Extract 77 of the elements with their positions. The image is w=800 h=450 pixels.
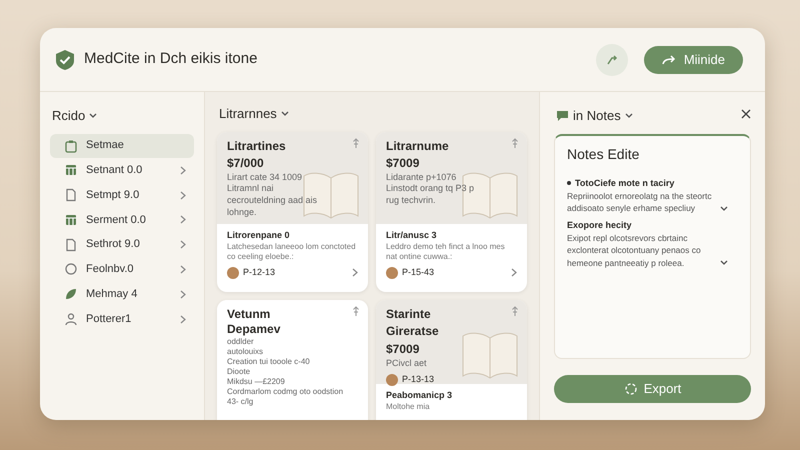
notes-dropdown[interactable]: in Notes bbox=[554, 100, 635, 134]
card-title: Vetunm Depamev bbox=[227, 306, 282, 336]
calendar-icon bbox=[64, 163, 78, 178]
card-price: $7009 bbox=[386, 154, 420, 172]
chevron-icon bbox=[352, 268, 358, 278]
export-button[interactable]: Export bbox=[554, 374, 751, 402]
card-title: Litrartines bbox=[227, 138, 287, 154]
note-text: Repriinoolot ernoreolatg na the steortc addisoato senyle erhame specliuy bbox=[567, 190, 713, 215]
card-tag: PCivcl aet bbox=[386, 358, 486, 370]
shield-check-icon bbox=[54, 48, 76, 70]
card-text: Lirart cate 34 1009 bbox=[227, 172, 304, 184]
note-heading: Exopore hecity bbox=[567, 218, 632, 232]
card-text: 43- c/lg bbox=[227, 396, 254, 406]
sidebar-item[interactable]: Potterer1 bbox=[50, 307, 194, 332]
calendar-icon bbox=[64, 212, 78, 227]
card-description: Leddro demo teh finct a lnoo mes nat ontine cuwwa.: bbox=[386, 242, 506, 262]
primary-button[interactable]: Miinide bbox=[644, 46, 743, 74]
card-text: Cordmarlom codmg oto oodstion bbox=[227, 386, 344, 396]
card-description: Latchesedan laneeoo lom conctoted co ceeling eloebe.: bbox=[227, 242, 357, 262]
clipboard-icon bbox=[64, 138, 78, 152]
card-subtitle: Gireratse bbox=[386, 322, 440, 340]
card-text: Linstodt orang tq P3 p rug techvrin. bbox=[386, 183, 476, 207]
card-text: Creation tui tooole c-40 bbox=[227, 356, 311, 366]
card-text: Mikdsu —£2209 bbox=[227, 376, 286, 386]
speech-bubble-icon bbox=[556, 110, 569, 122]
card-text: autolouixs bbox=[227, 346, 264, 356]
notes-title: Notes Edite bbox=[567, 144, 640, 164]
library-card[interactable]: Vetunm Depamev oddlder autolouixs Creation tui tooole c-40 Dioote Mikdsu —£2209 Cordmarlom codmg oto oodstion 43- c/lg bbox=[217, 300, 368, 420]
chevron-icon bbox=[511, 268, 517, 278]
caret-icon bbox=[720, 206, 728, 212]
library-card[interactable]: Litrartines $7/000 Lirart cate 34 1009 Litramnl nai cecrouteldning aad ais lohnge. Litrorenpane 0 Latchesedan laneeoo lom conctoted co ceeling eloebe.: P-12-13 bbox=[217, 132, 368, 292]
card-price: $7/000 bbox=[227, 154, 265, 172]
card-text: Dioote bbox=[227, 366, 252, 376]
export-icon bbox=[624, 382, 638, 396]
section-dropdown[interactable]: Litrarnnes bbox=[217, 98, 291, 132]
card-price: $7009 bbox=[386, 340, 420, 358]
sidebar-item[interactable]: Setmpt 9.0 bbox=[50, 183, 194, 208]
card-text: Lidarante p+1076 bbox=[386, 172, 458, 184]
card-text: oddlder bbox=[227, 336, 255, 346]
person-icon bbox=[64, 312, 78, 326]
card-subtitle: Litr/anusc 3 bbox=[386, 228, 438, 242]
circle-icon bbox=[64, 262, 78, 276]
document-icon bbox=[64, 188, 78, 202]
note-text: Exipot repl olcotsrevors cbrtainc exclonterat olcotontuany penaos co hemeone pantneeatiy p roleea. bbox=[567, 232, 702, 270]
document-icon bbox=[64, 238, 78, 252]
leaf-icon bbox=[64, 287, 78, 302]
pin-icon bbox=[511, 306, 519, 316]
sidebar-item[interactable]: Serment 0.0 bbox=[50, 208, 194, 232]
arrow-icon bbox=[662, 54, 676, 64]
arrow-icon bbox=[604, 52, 619, 66]
author-code: P-13-13 bbox=[402, 373, 434, 386]
card-text: Litramnl nai cecrouteldning aad ais lohnge. bbox=[227, 183, 318, 218]
card-subtitle: Peabomanicp 3 bbox=[386, 388, 454, 402]
sidebar-item[interactable]: Sethrot 9.0 bbox=[50, 232, 194, 257]
author-code: P-15-43 bbox=[402, 266, 434, 279]
sidebar-item[interactable]: Mehmay 4 bbox=[50, 282, 194, 306]
caret-icon bbox=[280, 110, 289, 117]
sidebar-item[interactable]: Setnant 0.0 bbox=[50, 158, 194, 182]
pin-icon bbox=[352, 138, 360, 148]
window-title: MedCite in Dch eikis itone bbox=[84, 49, 258, 70]
sidebar-item[interactable]: Feolnbv.0 bbox=[50, 257, 194, 282]
library-card[interactable]: Starinte Gireratse $7009 PCivcl aet P-13-13 Peabomanicp 3 Moltohe mia bbox=[376, 300, 527, 420]
caret-icon bbox=[89, 112, 98, 119]
card-title: Starinte bbox=[386, 306, 432, 322]
caret-icon bbox=[720, 260, 728, 266]
pin-icon bbox=[511, 138, 519, 148]
library-card[interactable]: Litrarnume $7009 Lidarante p+1076 Linstodt orang tq P3 p rug techvrin. Litr/anusc 3 Leddro demo teh finct a lnoo mes nat ontine cuwwa.: P-15-43 bbox=[376, 132, 527, 292]
card-subtitle: Litrorenpane 0 bbox=[227, 228, 291, 242]
author-code: P-12-13 bbox=[243, 266, 276, 279]
section-dropdown[interactable]: Rcido bbox=[50, 100, 100, 134]
close-icon[interactable] bbox=[741, 108, 751, 119]
card-title: Litrarnume bbox=[386, 138, 450, 154]
caret-icon bbox=[624, 112, 633, 119]
pin-icon bbox=[352, 306, 360, 316]
card-description: Moltohe mia bbox=[386, 402, 431, 412]
note-heading: TotoCiefe mote n taciry bbox=[575, 176, 674, 190]
sidebar-item[interactable]: Setmae bbox=[50, 134, 194, 158]
